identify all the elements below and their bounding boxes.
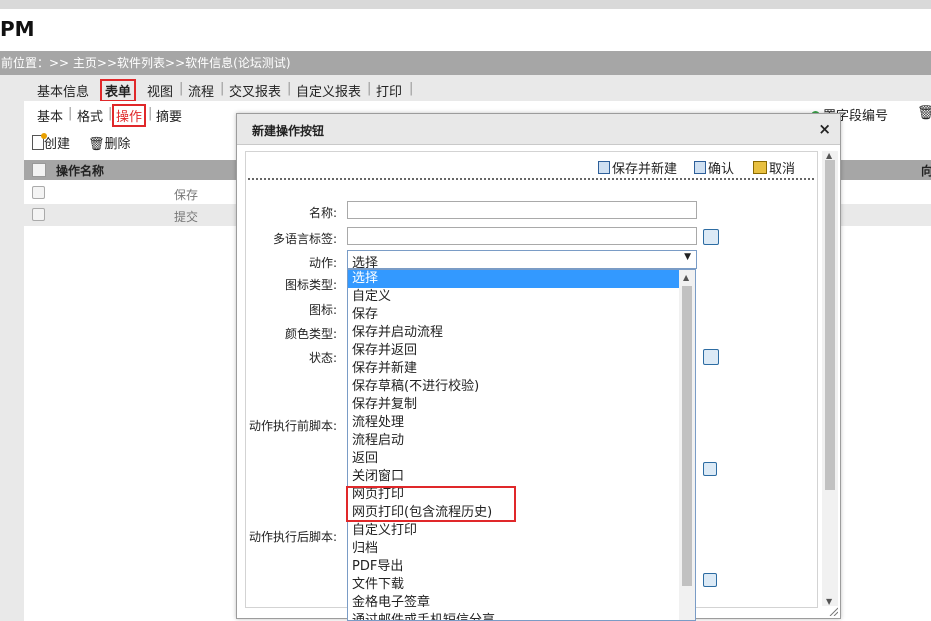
scroll-up-icon[interactable]: ▲ [826,151,832,160]
name-label: 名称: [308,206,337,220]
dialog-scrollbar[interactable]: ▲ ▼ [822,151,838,606]
edit-icon[interactable] [703,229,719,245]
status-label: 状态: [308,351,337,365]
action-dropdown-list[interactable]: 选择 自定义 保存 保存并启动流程 保存并返回 保存并新建 保存草稿(不进行校验… [347,269,696,621]
floppy-icon [598,161,610,174]
tab-view[interactable]: 视图 [147,81,173,100]
after-script-label: 动作执行后脚本: [248,530,337,544]
tab-custom-report[interactable]: 自定义报表 [296,81,361,100]
column-direction: 向 [921,164,931,178]
subtab-separator: | [148,106,153,121]
dropdown-option[interactable]: 保存并新建 [348,360,680,378]
tab-flow[interactable]: 流程 [188,81,214,100]
scroll-down-icon[interactable]: ▼ [826,597,832,606]
tab-form[interactable]: 表单 [100,79,137,102]
new-document-icon [32,133,47,150]
row-checkbox[interactable] [32,208,45,221]
dialog-title: 新建操作按钮 [252,124,325,138]
dropdown-option[interactable]: 保存并复制 [348,396,680,414]
trash-icon[interactable]: 🗑 [917,105,931,121]
cancel-label: 取消 [769,162,796,177]
name-field[interactable] [347,201,697,219]
create-button[interactable]: 创建 [32,133,70,152]
dropdown-option[interactable]: 保存并启动流程 [348,324,680,342]
i18n-label: 多语言标签: [272,232,337,246]
save-and-new-label: 保存并新建 [612,162,678,177]
chevron-down-icon: ▼ [684,252,691,262]
dropdown-scrollbar[interactable]: ▲ [679,270,695,620]
column-operation-name: 操作名称 [56,164,105,178]
dropdown-option[interactable]: 保存 [348,306,680,324]
confirm-label: 确认 [708,162,735,177]
left-gutter [0,75,24,621]
before-script-label: 动作执行前脚本: [248,419,337,433]
dropdown-option[interactable]: 自定义 [348,288,680,306]
i18n-label-field[interactable] [347,227,697,245]
subtab-basic[interactable]: 基本 [37,106,63,125]
row-checkbox[interactable] [32,186,45,199]
tab-cross-report[interactable]: 交叉报表 [229,81,281,100]
action-label: 动作: [308,256,337,270]
row-name: 提交 [174,210,199,224]
dropdown-option[interactable]: PDF导出 [348,558,680,576]
color-type-label: 颜色类型: [284,327,337,341]
close-icon[interactable]: × [818,120,831,138]
code-icon[interactable] [703,573,717,587]
dropdown-option[interactable]: 流程处理 [348,414,680,432]
subtab-operation[interactable]: 操作 [112,104,147,127]
breadcrumb-text: 前位置：>> 主页>>软件列表>>软件信息(论坛测试) [1,56,291,70]
exit-door-icon [753,161,767,174]
tab-separator: | [409,81,414,96]
dropdown-option[interactable]: 保存草稿(不进行校验) [348,378,680,396]
subtab-summary[interactable]: 摘要 [156,106,182,125]
breadcrumb: 前位置：>> 主页>>软件列表>>软件信息(论坛测试) [0,51,931,75]
edit-icon[interactable] [703,349,719,365]
app-header: PM [0,9,931,51]
dropdown-option[interactable]: 自定义打印 [348,522,680,540]
tab-separator: | [220,81,225,96]
resize-grip-icon[interactable] [828,606,838,616]
cancel-button[interactable]: 取消 [753,158,795,177]
icon-label: 图标: [308,303,337,317]
app-logo: PM [0,17,35,41]
subtab-separator: | [68,106,73,121]
primary-tabs: 基本信息 表单 视图 | 流程 | 交叉报表 | 自定义报表 | 打印 | [24,75,931,102]
code-icon[interactable] [703,462,717,476]
row-name: 保存 [174,188,199,202]
icon-type-label: 图标类型: [284,278,337,292]
scrollbar-thumb[interactable] [825,160,835,490]
dropdown-option[interactable]: 文件下载 [348,576,680,594]
dropdown-option[interactable]: 金格电子签章 [348,594,680,612]
dropdown-option[interactable]: 流程启动 [348,432,680,450]
dropdown-option[interactable]: 保存并返回 [348,342,680,360]
save-and-new-button[interactable]: 保存并新建 [598,158,677,177]
dropdown-option[interactable]: 返回 [348,450,680,468]
dropdown-option[interactable]: 通过邮件或手机短信分享 [348,612,680,620]
subtab-format[interactable]: 格式 [77,106,103,125]
tab-separator: | [287,81,292,96]
dropdown-option[interactable]: 关闭窗口 [348,468,680,486]
dotted-divider [248,178,814,180]
dropdown-scrollbar-thumb[interactable] [682,286,692,586]
floppy-icon [694,161,706,174]
dialog-titlebar[interactable]: 新建操作按钮 × [237,114,840,145]
dropdown-option[interactable]: 归档 [348,540,680,558]
trash-icon: 🗑 [88,137,105,152]
tab-print[interactable]: 打印 [376,81,402,100]
action-select[interactable]: 选择 ▼ [347,250,697,271]
delete-button[interactable]: 🗑删除 [88,133,131,152]
confirm-button[interactable]: 确认 [694,158,734,177]
tab-separator: | [367,81,372,96]
tab-basic-info[interactable]: 基本信息 [37,81,89,100]
dropdown-option[interactable]: 选择 [348,270,680,288]
scroll-up-icon[interactable]: ▲ [683,273,689,282]
delete-label: 删除 [104,137,131,152]
select-all-checkbox[interactable] [32,163,46,177]
highlight-box [346,486,516,522]
tab-separator: | [179,81,184,96]
create-label: 创建 [44,137,71,152]
